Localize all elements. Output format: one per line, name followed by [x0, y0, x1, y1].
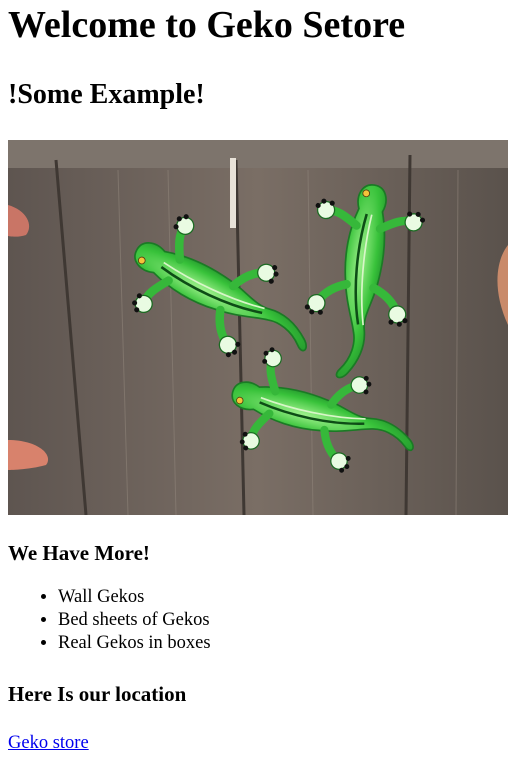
gecko-photo	[8, 140, 508, 515]
location-heading: Here Is our location	[8, 682, 187, 706]
more-heading: We Have More!	[8, 541, 150, 565]
page: Welcome to Geko Setore !Some Example! We…	[0, 0, 529, 755]
page-subtitle: !Some Example!	[8, 79, 205, 110]
list-item: Wall Gekos	[58, 586, 521, 609]
store-link[interactable]: Geko store	[8, 732, 89, 755]
page-title: Welcome to Geko Setore	[8, 4, 406, 46]
list-item: Real Gekos in boxes	[58, 632, 521, 655]
product-list: Wall Gekos Bed sheets of Gekos Real Geko…	[8, 586, 521, 655]
list-item: Bed sheets of Gekos	[58, 609, 521, 632]
